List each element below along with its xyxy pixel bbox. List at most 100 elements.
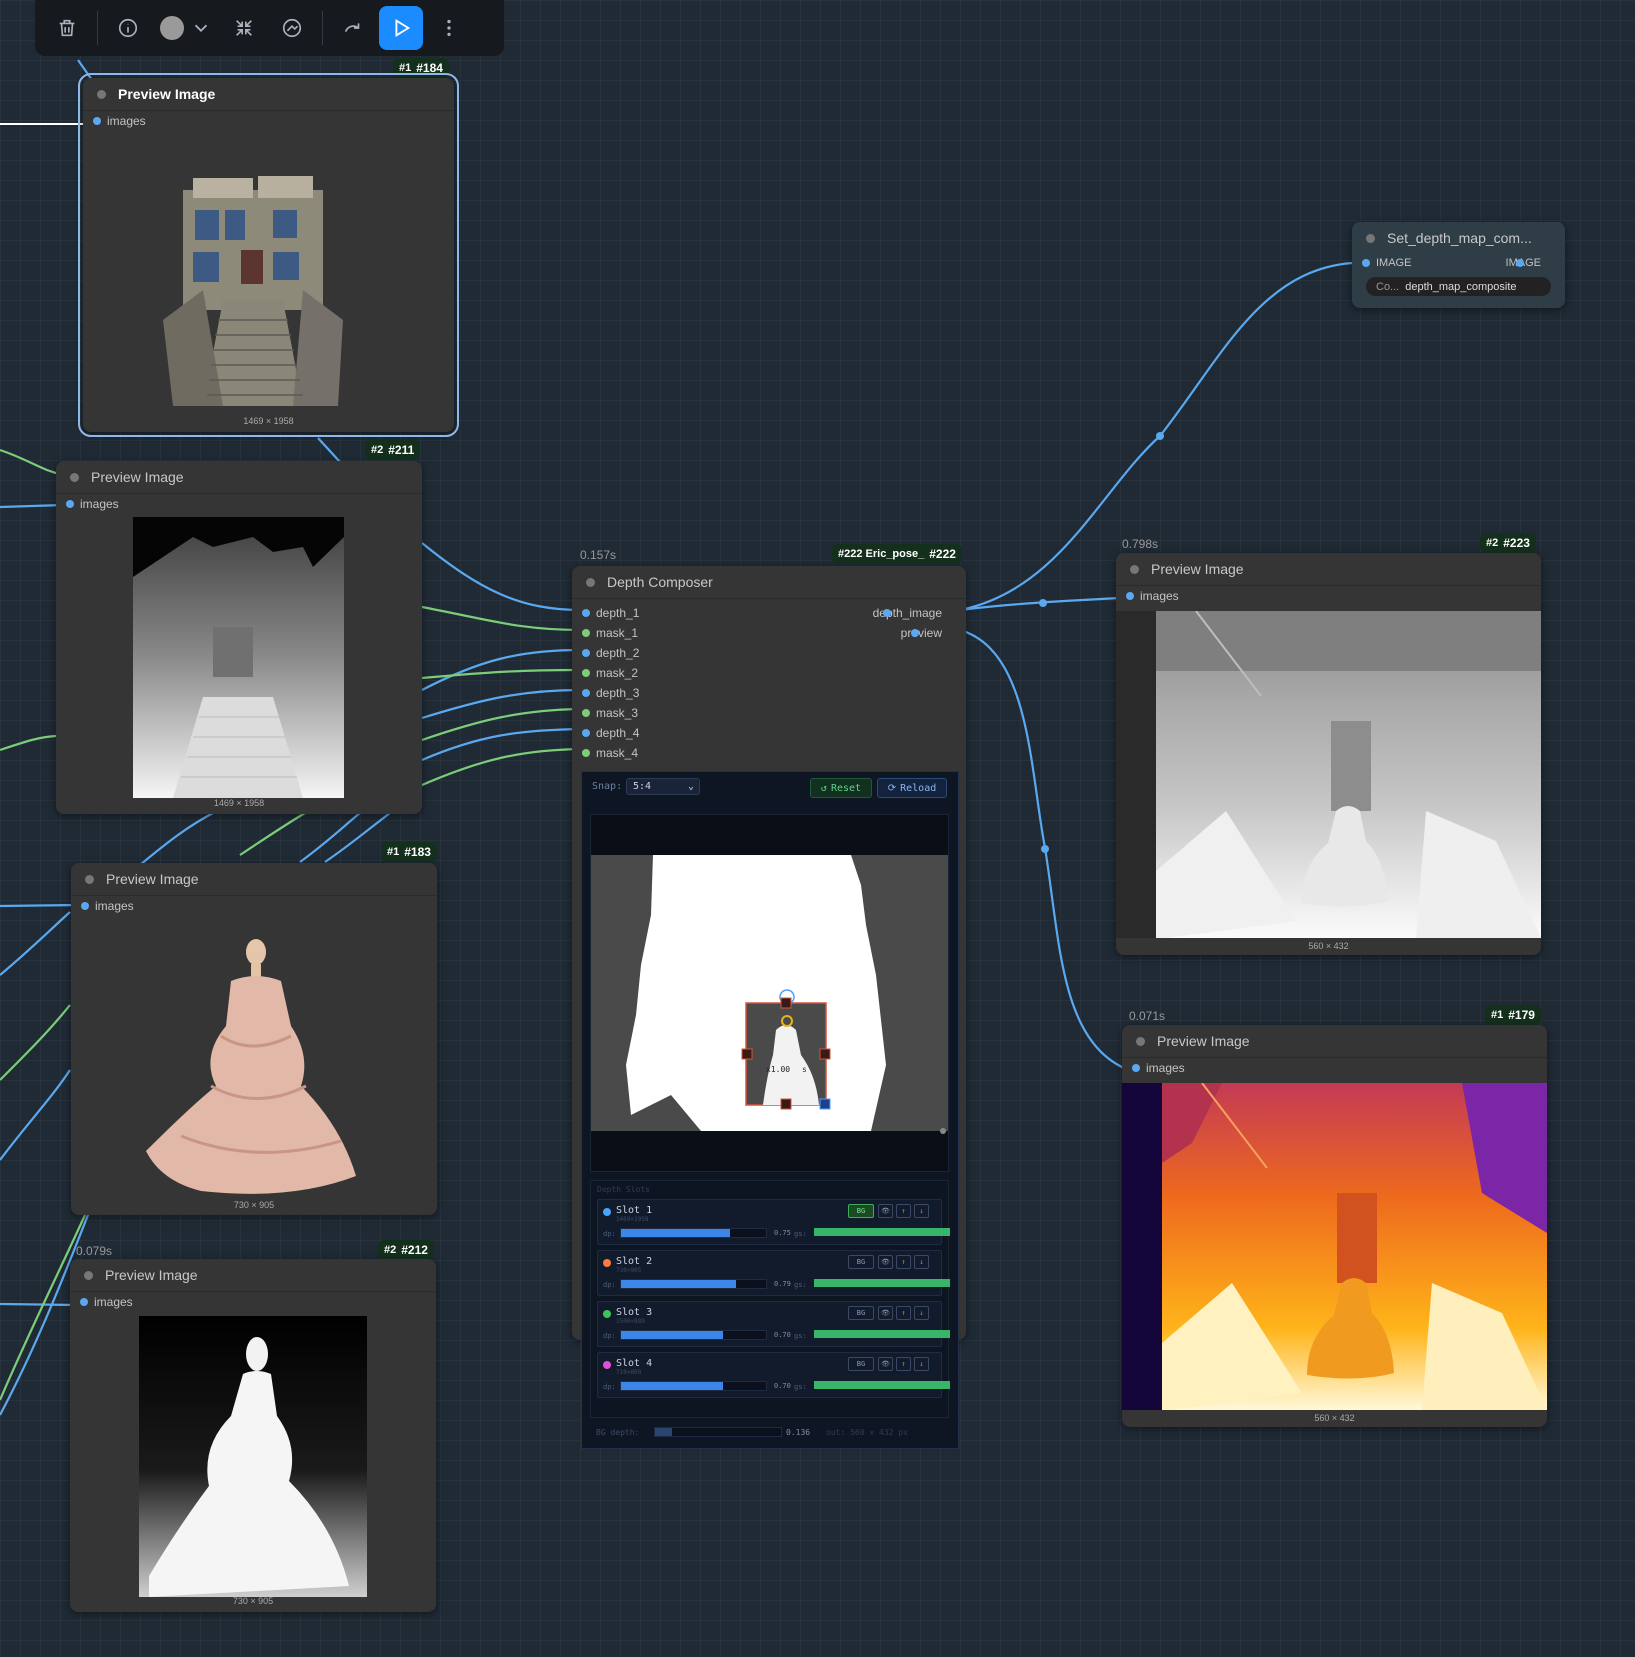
- input-dot-icon[interactable]: [1126, 592, 1134, 600]
- reset-button[interactable]: ↺ Reset: [810, 778, 872, 798]
- gs-slider[interactable]: [814, 1228, 950, 1236]
- depth-slider[interactable]: [620, 1381, 767, 1391]
- depth-slot-row[interactable]: Slot 2 730×905 BG 👁 ↑ ↓ dp: 0.79 gs:: [597, 1250, 950, 1296]
- move-down-icon[interactable]: ↓: [914, 1204, 929, 1218]
- visibility-eye-icon[interactable]: 👁: [878, 1357, 893, 1371]
- input-dot-icon[interactable]: [1132, 1064, 1140, 1072]
- input-slot-depth-2[interactable]: depth_2: [572, 643, 966, 663]
- collapse-dot-icon[interactable]: [1366, 233, 1375, 243]
- depth-slot-row[interactable]: Slot 4 710×800 BG 👁 ↑ ↓ dp: 0.70 gs:: [597, 1352, 950, 1398]
- composer-canvas[interactable]: x1.00 s: [590, 814, 949, 1172]
- bg-toggle-button[interactable]: BG: [848, 1357, 874, 1371]
- gs-slider[interactable]: [814, 1330, 950, 1338]
- visibility-eye-icon[interactable]: 👁: [878, 1255, 893, 1269]
- input-dot-icon[interactable]: [582, 689, 590, 697]
- move-up-icon[interactable]: ↑: [896, 1204, 911, 1218]
- input-slot-mask-2[interactable]: mask_2: [572, 663, 966, 683]
- node-header[interactable]: Preview Image: [56, 461, 422, 494]
- input-slot-images[interactable]: images: [71, 896, 437, 916]
- preview-image-node-184[interactable]: Preview Image images 1469 × 1958: [78, 73, 459, 437]
- input-slot-image[interactable]: IMAGE IMAGE: [1352, 254, 1565, 272]
- more-vertical-icon[interactable]: [427, 6, 471, 50]
- node-header[interactable]: Preview Image: [1122, 1025, 1547, 1058]
- input-dot-icon[interactable]: [93, 117, 101, 125]
- output-dot-icon[interactable]: [910, 629, 919, 637]
- collapse-dot-icon[interactable]: [70, 472, 79, 482]
- depth-slider[interactable]: [620, 1228, 767, 1238]
- input-dot-icon[interactable]: [582, 649, 590, 657]
- preview-image-node-179[interactable]: Preview Image images 560 × 432: [1122, 1025, 1547, 1427]
- move-up-icon[interactable]: ↑: [896, 1357, 911, 1371]
- move-up-icon[interactable]: ↑: [896, 1306, 911, 1320]
- input-dot-icon[interactable]: [81, 902, 89, 910]
- input-dot-icon[interactable]: [582, 749, 590, 757]
- move-up-icon[interactable]: ↑: [896, 1255, 911, 1269]
- node-header[interactable]: Depth Composer: [572, 566, 966, 599]
- set-node-depth-map-composite[interactable]: Set_depth_map_com... IMAGE IMAGE Co... d…: [1352, 222, 1565, 308]
- input-dot-icon[interactable]: [66, 500, 74, 508]
- input-slot-depth-3[interactable]: depth_3: [572, 683, 966, 703]
- input-slot-images[interactable]: images: [70, 1292, 436, 1312]
- move-down-icon[interactable]: ↓: [914, 1306, 929, 1320]
- move-down-icon[interactable]: ↓: [914, 1357, 929, 1371]
- output-dot-icon[interactable]: [1515, 259, 1524, 267]
- visibility-eye-icon[interactable]: 👁: [878, 1306, 893, 1320]
- collapse-dot-icon[interactable]: [85, 874, 94, 884]
- bypass-icon[interactable]: [270, 6, 314, 50]
- input-dot-icon[interactable]: [582, 729, 590, 737]
- depth-slot-row[interactable]: Slot 1 1469×1958 BG 👁 ↑ ↓ dp: 0.75 gs:: [597, 1199, 950, 1245]
- input-slot-images[interactable]: images: [56, 494, 422, 514]
- input-dot-icon[interactable]: [582, 669, 590, 677]
- output-slot-depth-image[interactable]: depth_image: [873, 606, 942, 620]
- input-dot-icon[interactable]: [1362, 259, 1370, 267]
- bg-toggle-button[interactable]: BG: [848, 1204, 874, 1218]
- input-slot-depth-4[interactable]: depth_4: [572, 723, 966, 743]
- bg-toggle-button[interactable]: BG: [848, 1255, 874, 1269]
- move-down-icon[interactable]: ↓: [914, 1255, 929, 1269]
- input-dot-icon[interactable]: [80, 1298, 88, 1306]
- input-slot-images[interactable]: images: [83, 111, 454, 131]
- node-header[interactable]: Preview Image: [83, 78, 454, 111]
- visibility-eye-icon[interactable]: 👁: [878, 1204, 893, 1218]
- node-header[interactable]: Preview Image: [1116, 553, 1541, 586]
- input-slot-images[interactable]: images: [1122, 1058, 1547, 1078]
- node-header[interactable]: Preview Image: [71, 863, 437, 896]
- color-picker-button[interactable]: [154, 6, 218, 50]
- output-slot-preview[interactable]: preview: [901, 626, 942, 640]
- collapse-dot-icon[interactable]: [97, 89, 106, 99]
- preview-image-node-212[interactable]: Preview Image images 730 × 905: [70, 1259, 436, 1612]
- depth-slider[interactable]: [620, 1279, 767, 1289]
- collapse-dot-icon[interactable]: [1130, 564, 1139, 574]
- name-widget-field[interactable]: Co... depth_map_composite: [1366, 277, 1551, 296]
- input-slot-images[interactable]: images: [1116, 586, 1541, 606]
- preview-image-node-183[interactable]: Preview Image images 730 × 905: [71, 863, 437, 1215]
- collapse-dot-icon[interactable]: [586, 577, 595, 587]
- depth-slot-row[interactable]: Slot 3 1500×889 BG 👁 ↑ ↓ dp: 0.70 gs:: [597, 1301, 950, 1347]
- input-slot-mask-1[interactable]: mask_1 preview: [572, 623, 966, 643]
- preview-image-node-223[interactable]: Preview Image images 560 × 432: [1116, 553, 1541, 955]
- collapse-arrows-icon[interactable]: [222, 6, 266, 50]
- input-dot-icon[interactable]: [582, 609, 590, 617]
- play-icon[interactable]: [379, 6, 423, 50]
- bg-depth-slider[interactable]: [654, 1427, 782, 1437]
- node-header[interactable]: Preview Image: [70, 1259, 436, 1292]
- collapse-dot-icon[interactable]: [84, 1270, 93, 1280]
- info-icon[interactable]: [106, 6, 150, 50]
- depth-slider[interactable]: [620, 1330, 767, 1340]
- gs-slider[interactable]: [814, 1381, 950, 1389]
- redo-arrow-icon[interactable]: [331, 6, 375, 50]
- output-slot-image[interactable]: IMAGE: [1506, 257, 1541, 269]
- preview-image-node-211[interactable]: Preview Image images 1469 × 1958: [56, 461, 422, 814]
- trash-icon[interactable]: [45, 6, 89, 50]
- node-header[interactable]: Set_depth_map_com...: [1352, 222, 1565, 254]
- reload-button[interactable]: ⟳ Reload: [877, 778, 947, 798]
- output-dot-icon[interactable]: [882, 609, 891, 617]
- input-dot-icon[interactable]: [582, 629, 590, 637]
- collapse-dot-icon[interactable]: [1136, 1036, 1145, 1046]
- input-slot-mask-4[interactable]: mask_4: [572, 743, 966, 763]
- gs-slider[interactable]: [814, 1279, 950, 1287]
- input-dot-icon[interactable]: [582, 709, 590, 717]
- input-slot-depth-1[interactable]: depth_1 depth_image: [572, 603, 966, 623]
- bg-toggle-button[interactable]: BG: [848, 1306, 874, 1320]
- snap-select[interactable]: 5:4 ⌄: [626, 778, 700, 795]
